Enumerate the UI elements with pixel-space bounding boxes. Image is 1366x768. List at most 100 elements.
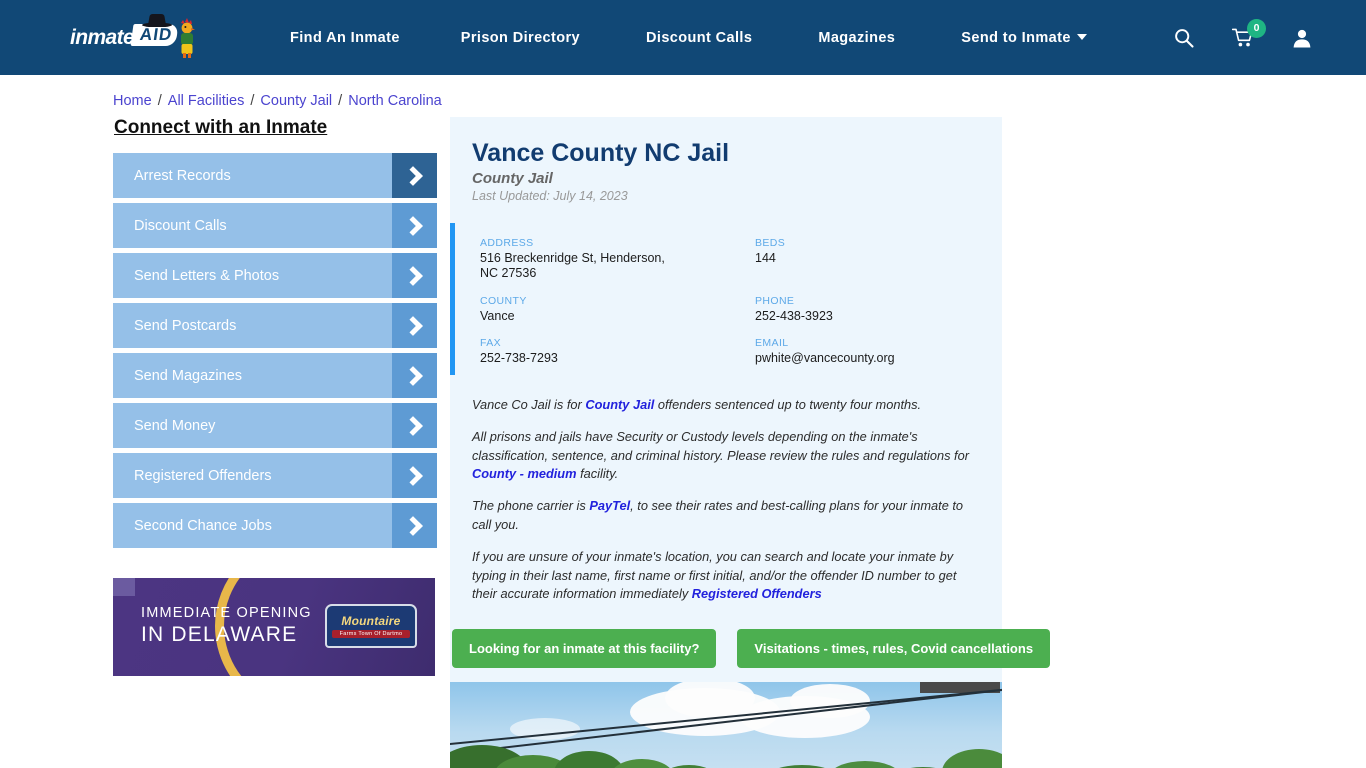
tree-shape [942,749,1002,768]
nav-item-magazines[interactable]: Magazines [785,30,928,46]
page-content: Connect with an Inmate Arrest Records Di… [0,117,1366,768]
cart-icon[interactable]: 0 [1231,18,1266,48]
facility-panel: Vance County NC Jail County Jail Last Up… [450,117,1051,768]
treeline [450,743,1002,768]
breadcrumb-item-home[interactable]: Home [113,93,152,109]
link-paytel[interactable]: PayTel [589,498,630,513]
text-fragment: offenders sentenced up to twenty four mo… [654,397,922,412]
detail-fax: FAX 252-738-7293 [480,337,755,366]
link-county-jail[interactable]: County Jail [585,397,654,412]
sidebar-item-label: Arrest Records [134,167,231,184]
sidebar-item-send-magazines[interactable]: Send Magazines [113,353,437,398]
breadcrumb-item-all-facilities[interactable]: All Facilities [168,93,245,109]
nav-label: Magazines [818,29,896,46]
site-logo[interactable]: inmate AID [70,13,200,61]
detail-phone: PHONE 252-438-3923 [755,295,1002,324]
chevron-right-icon [392,503,437,548]
detail-value: 144 [755,251,776,265]
detail-label: FAX [480,337,502,350]
nav-item-discount-calls[interactable]: Discount Calls [613,30,785,46]
breadcrumb-item-county-jail[interactable]: County Jail [260,93,332,109]
advertisement-banner[interactable]: IMMEDIATE OPENING IN DELAWARE Mountaire … [113,578,435,676]
ad-line-1: IMMEDIATE OPENING [141,605,312,621]
nav-item-find-an-inmate[interactable]: Find An Inmate [262,30,428,46]
main-menu: Find An Inmate Prison Directory Discount… [262,30,1120,46]
breadcrumb-separator: / [334,93,347,109]
find-inmate-button[interactable]: Looking for an inmate at this facility? [452,629,717,669]
nav-label: Find An Inmate [290,29,400,46]
link-county-medium[interactable]: County - medium [472,466,577,481]
link-registered-offenders[interactable]: Registered Offenders [692,586,822,601]
sidebar-item-second-chance-jobs[interactable]: Second Chance Jobs [113,503,437,548]
detail-label: ADDRESS [480,237,534,249]
sidebar-item-discount-calls[interactable]: Discount Calls [113,203,437,248]
nav-label: Send to Inmate [961,29,1071,46]
sidebar-item-label: Discount Calls [134,217,227,234]
detail-address: ADDRESS 516 Breckenridge St, Henderson, … [480,237,755,281]
detail-label: PHONE [755,294,795,307]
detail-value: 252-738-7293 [480,351,558,366]
text-fragment: All prisons and jails have Security or C… [472,428,969,463]
sidebar-item-label: Registered Offenders [134,467,272,484]
facility-description: Vance Co Jail is for County Jail offende… [450,384,1002,623]
chevron-right-icon [392,403,437,448]
ad-logo-name: Mountaire [341,614,401,628]
chevron-right-icon [392,353,437,398]
last-updated-text: Last Updated: July 14, 2023 [472,189,628,203]
detail-email: EMAIL pwhite@vancecounty.org [755,337,1002,366]
sidebar-item-send-money[interactable]: Send Money [113,403,437,448]
detail-label: COUNTY [480,294,527,307]
sidebar: Connect with an Inmate Arrest Records Di… [113,117,437,768]
user-account-icon[interactable] [1292,28,1312,48]
text-fragment: facility. [576,466,619,482]
detail-label: BEDS [755,237,786,249]
sidebar-item-send-letters-photos[interactable]: Send Letters & Photos [113,253,437,298]
breadcrumb: Home / All Facilities / County Jail / No… [113,93,1366,109]
ad-corner-accent [113,578,135,596]
description-paragraph-1: Vance Co Jail is for County Jail offende… [472,396,972,415]
chevron-right-icon [392,453,437,498]
facility-type: County Jail [472,170,553,187]
breadcrumb-item-north-carolina[interactable]: North Carolina [348,93,442,109]
logo-hat-icon [142,13,172,27]
chevron-right-icon [392,203,437,248]
detail-county: COUNTY Vance [480,295,755,324]
detail-value: Vance [480,308,515,323]
logo-chicken-mascot-icon [181,17,195,58]
chevron-right-icon [392,253,437,298]
nav-item-prison-directory[interactable]: Prison Directory [428,30,613,46]
nav-label: Discount Calls [646,29,753,46]
facility-header: Vance County NC Jail County Jail Last Up… [450,117,1002,217]
logo-wordmark: inmate [70,25,135,49]
sidebar-item-send-postcards[interactable]: Send Postcards [113,303,437,348]
description-paragraph-4: If you are unsure of your inmate's locat… [472,548,972,604]
tree-shape [610,759,674,768]
sidebar-item-label: Send Magazines [134,367,243,384]
header-icon-group: 0 [1174,18,1312,48]
detail-value: 252-438-3923 [755,308,833,323]
visitations-button[interactable]: Visitations - times, rules, Covid cancel… [737,629,1051,669]
sidebar-item-label: Send Money [134,417,216,434]
detail-value: pwhite@vancecounty.org [755,351,895,366]
cta-button-row: Looking for an inmate at this facility? … [451,623,1051,682]
sidebar-item-label: Second Chance Jobs [134,517,272,534]
sidebar-item-registered-offenders[interactable]: Registered Offenders [113,453,437,498]
sidebar-item-arrest-records[interactable]: Arrest Records [113,153,437,198]
breadcrumb-separator: / [153,93,166,109]
facility-details: ADDRESS 516 Breckenridge St, Henderson, … [450,223,1002,384]
nav-label: Prison Directory [460,29,581,46]
chevron-right-icon [392,303,437,348]
sidebar-item-label: Send Letters & Photos [134,267,280,284]
search-icon[interactable] [1174,28,1194,48]
breadcrumb-separator: / [246,93,259,109]
nav-item-send-to-inmate[interactable]: Send to Inmate [928,30,1120,46]
ad-line-2: IN DELAWARE [141,623,298,647]
ad-logo-subtitle: Farms Town Of Dartmo [331,630,411,638]
top-navigation-bar: inmate AID Find An Inmate Prison Directo… [0,0,1366,75]
logo-aid-badge: AID [130,23,179,46]
ad-advertiser-logo: Mountaire Farms Town Of Dartmo [325,604,417,648]
sidebar-item-label: Send Postcards [134,317,237,334]
text-fragment: The phone carrier is [472,498,590,514]
chevron-right-icon [392,153,437,198]
tree-shape [554,751,624,768]
